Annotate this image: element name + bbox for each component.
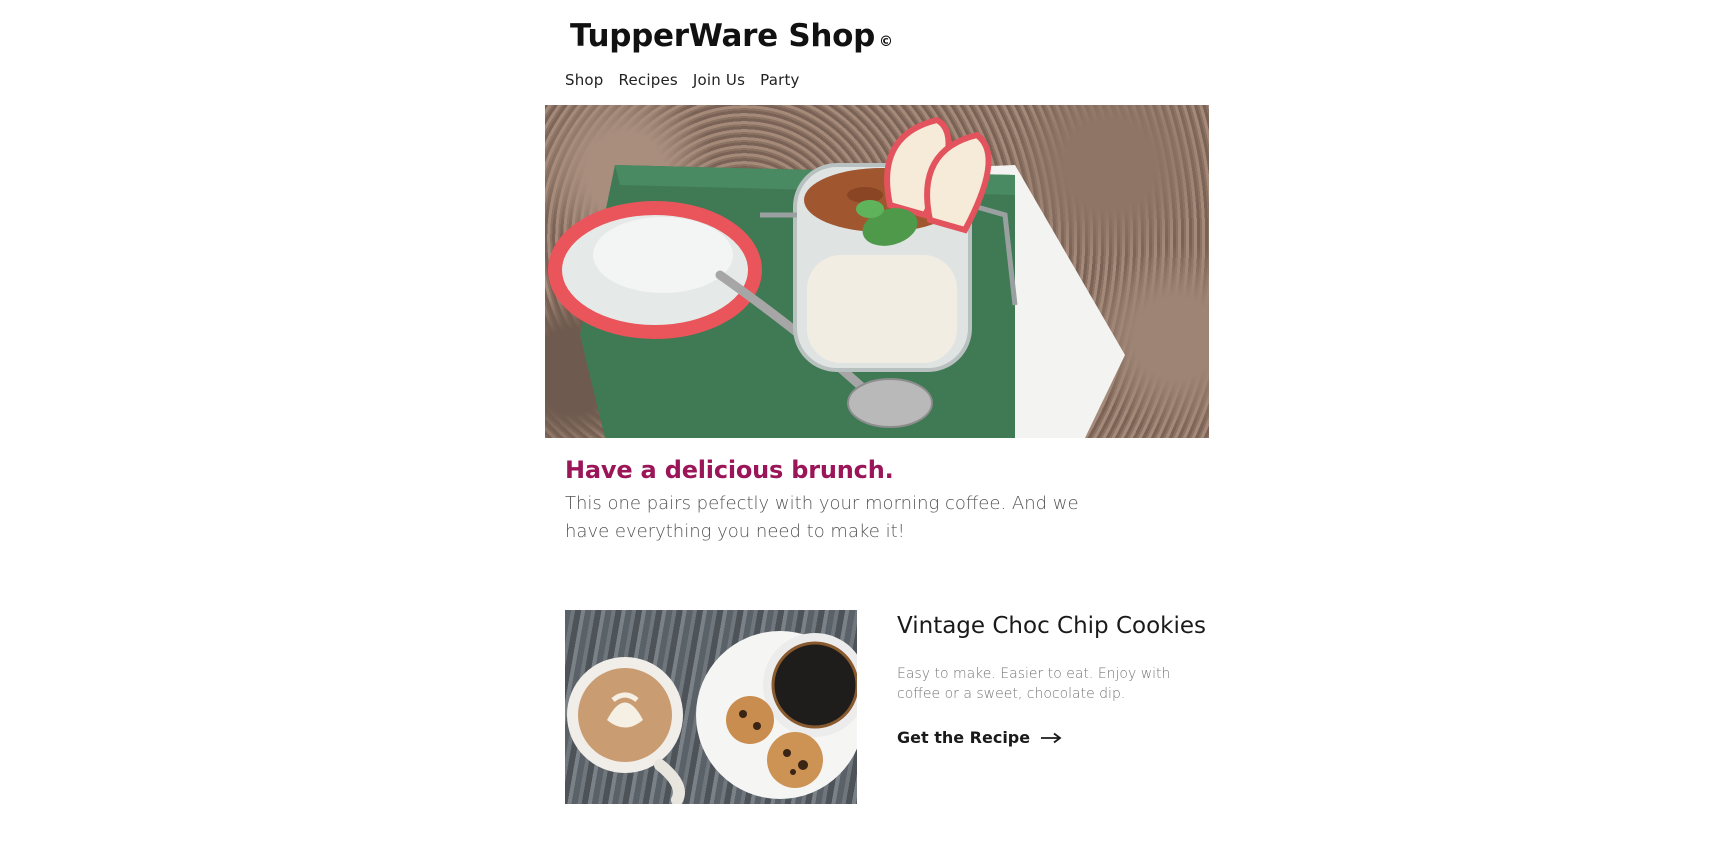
hero-image (545, 105, 1209, 438)
brand-logo[interactable]: TupperWare Shop © (570, 18, 893, 54)
hero-heading: Have a delicious brunch. (565, 456, 894, 484)
hero-description: This one pairs pefectly with your mornin… (565, 493, 1079, 542)
cookie (726, 696, 774, 744)
nav-item-recipes[interactable]: Recipes (619, 71, 678, 89)
spoon-bowl (847, 378, 933, 428)
get-recipe-label: Get the Recipe (897, 728, 1031, 747)
nav-item-shop[interactable]: Shop (565, 71, 604, 89)
recipe-card-description: Easy to make. Easier to eat. Enjoy with … (897, 666, 1171, 702)
main-nav: Shop Recipes Join Us Party (565, 71, 800, 89)
nav-item-party[interactable]: Party (760, 71, 800, 89)
get-recipe-link[interactable]: Get the Recipe (897, 728, 1062, 747)
page: TupperWare Shop © Shop Recipes Join Us P… (0, 0, 1731, 855)
recipe-illustration (567, 631, 857, 804)
recipe-card-title: Vintage Choc Chip Cookies (897, 613, 1207, 639)
copyright-mark: © (879, 34, 894, 50)
brand-title: TupperWare Shop (570, 18, 876, 54)
recipe-card-image[interactable] (565, 610, 857, 804)
cookie (767, 732, 823, 788)
nav-item-join-us[interactable]: Join Us (693, 71, 745, 89)
arrow-right-icon (1041, 732, 1062, 743)
hero-illustration (548, 116, 1125, 438)
